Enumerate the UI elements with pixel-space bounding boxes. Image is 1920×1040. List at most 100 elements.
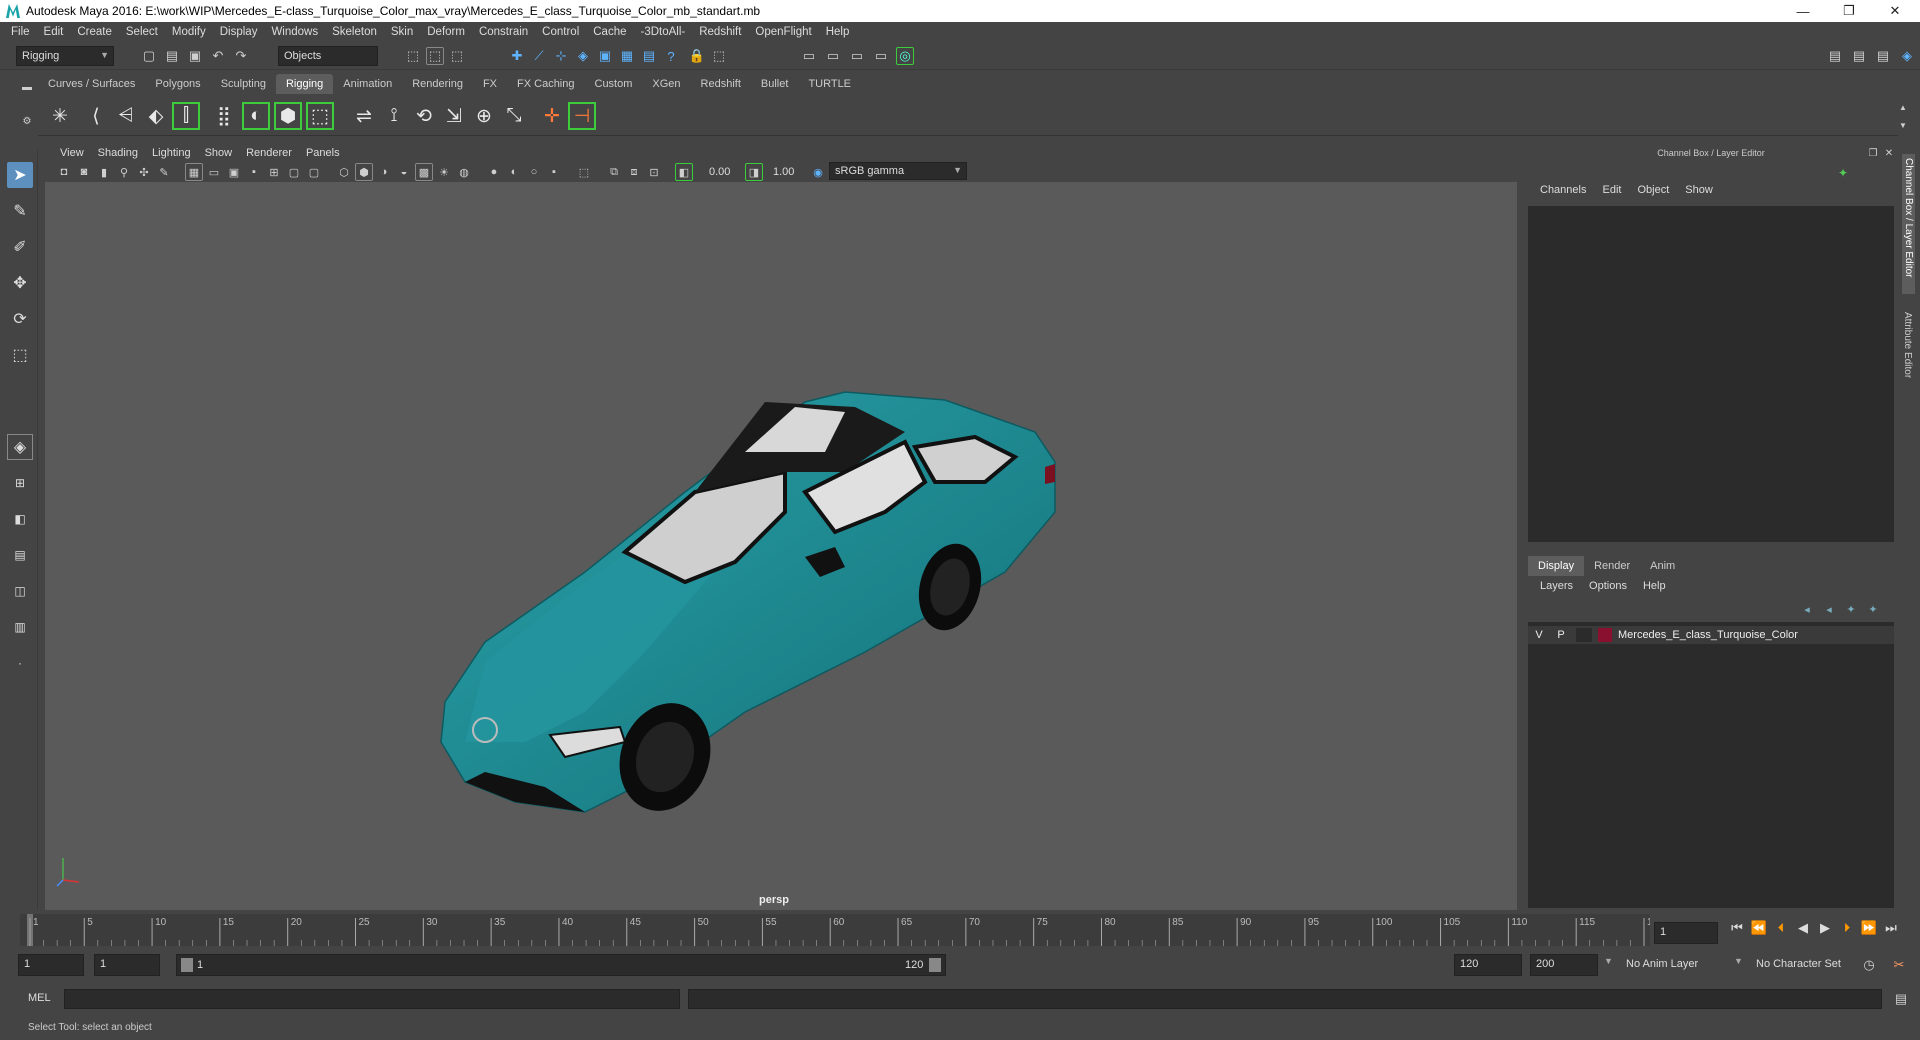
snap-edge-icon[interactable]: ▤ [640, 47, 658, 65]
ambient-occlusion-icon[interactable]: ● [485, 163, 503, 181]
layer-row[interactable]: V P Mercedes_E_class_Turquoise_Color [1528, 626, 1894, 644]
undo-icon[interactable]: ↶ [209, 47, 227, 65]
range-start-handle[interactable] [181, 958, 193, 972]
layer-tab-display[interactable]: Display [1528, 556, 1585, 576]
construction-history-icon[interactable]: ⬚ [710, 47, 728, 65]
restore-button[interactable]: ❐ [1826, 0, 1872, 22]
shelf-tab-fx[interactable]: FX [473, 74, 507, 94]
select-hierarchy-icon[interactable]: ⬚ [404, 47, 422, 65]
color-management-icon[interactable]: ◉ [809, 163, 827, 181]
use-all-lights-icon[interactable]: ▩ [415, 163, 433, 181]
cb-menu-channels[interactable]: Channels [1532, 184, 1594, 196]
selection-mode-dropdown[interactable]: Objects [278, 46, 378, 66]
component-icon[interactable]: ⊡ [645, 163, 663, 181]
channel-box-toggle-icon[interactable]: ◈ [1898, 47, 1916, 65]
animation-end-field[interactable]: 200 [1530, 954, 1598, 976]
cb-menu-show[interactable]: Show [1677, 184, 1721, 196]
pole-vector-icon[interactable]: ⤡ [500, 102, 528, 130]
layer-color-swatch[interactable] [1598, 628, 1612, 642]
play-backward-icon[interactable]: ◀ [1792, 920, 1814, 936]
menu-cache[interactable]: Cache [586, 26, 633, 38]
channel-list[interactable] [1528, 206, 1894, 542]
two-view-icon[interactable]: ◧ [7, 506, 33, 532]
script-editor-icon[interactable]: ▤ [1892, 990, 1910, 1008]
2d-pan-icon[interactable]: ✣ [135, 163, 153, 181]
locator-icon[interactable]: ✛ [538, 102, 566, 130]
layer-tab-anim[interactable]: Anim [1640, 556, 1685, 576]
move-layer-up-icon[interactable]: ◂ [1798, 600, 1816, 618]
menu-skeleton[interactable]: Skeleton [325, 26, 384, 38]
shelf-tab-xgen[interactable]: XGen [642, 74, 690, 94]
vp-menu-show[interactable]: Show [198, 147, 240, 159]
chevron-down-icon[interactable]: ▼ [1604, 956, 1613, 966]
move-tool-icon[interactable]: ✥ [7, 270, 33, 296]
redo-icon[interactable]: ↷ [232, 47, 250, 65]
scale-constraint-icon[interactable]: ⇲ [440, 102, 468, 130]
outliner-layout-icon[interactable]: ▥ [7, 614, 33, 640]
select-component-icon[interactable]: ⬚ [448, 47, 466, 65]
menu-openflight[interactable]: OpenFlight [748, 26, 818, 38]
orient-joint-icon[interactable]: ⫿ [172, 102, 200, 130]
menu-3dtoall[interactable]: -3DtoAll- [634, 26, 693, 38]
safe-title-icon[interactable]: ▢ [305, 163, 323, 181]
snap-curve-icon[interactable]: ⟋ [530, 47, 548, 65]
step-forward-key-icon[interactable]: ⏩ [1858, 920, 1880, 936]
menu-help[interactable]: Help [819, 26, 857, 38]
open-scene-icon[interactable]: ▤ [163, 47, 181, 65]
select-tool-icon[interactable]: ➤ [7, 162, 33, 188]
manipulator-icon[interactable]: ✦ [1834, 164, 1852, 182]
close-button[interactable]: ✕ [1872, 0, 1918, 22]
xray-components-icon[interactable]: ⧈ [625, 163, 643, 181]
mirror-joint-icon[interactable]: ⬖ [142, 102, 170, 130]
smooth-shade-icon[interactable]: ⬢ [355, 163, 373, 181]
menu-skin[interactable]: Skin [384, 26, 420, 38]
chevron-down-icon[interactable]: ▼ [1734, 956, 1743, 966]
script-language-label[interactable]: MEL [28, 992, 51, 1004]
menu-edit[interactable]: Edit [37, 26, 71, 38]
range-end-handle[interactable] [929, 958, 941, 972]
image-plane-icon[interactable]: ⚲ [115, 163, 133, 181]
toggle-outliner-icon[interactable]: ▤ [1874, 47, 1892, 65]
layer-menu-options[interactable]: Options [1581, 580, 1635, 592]
anti-aliasing-icon[interactable]: ○ [525, 163, 543, 181]
layer-playback-toggle[interactable]: P [1550, 629, 1572, 641]
side-tab-channel-box[interactable]: Channel Box / Layer Editor [1902, 154, 1915, 294]
menu-redshift[interactable]: Redshift [692, 26, 748, 38]
hypershade-icon[interactable]: ▭ [872, 47, 890, 65]
orient-constraint-icon[interactable]: ⟲ [410, 102, 438, 130]
grease-pencil-icon[interactable]: ✎ [155, 163, 173, 181]
playback-end-field[interactable]: 120 [1454, 954, 1522, 976]
minimize-button[interactable]: — [1780, 0, 1826, 22]
new-empty-layer-icon[interactable]: ✦ [1842, 600, 1860, 618]
shelf-scroll-down-icon[interactable]: ▼ [1894, 116, 1912, 134]
goto-start-icon[interactable]: ⏮ [1726, 920, 1748, 936]
anim-layer-dropdown[interactable]: No Anim Layer [1620, 954, 1738, 976]
playback-start-field[interactable]: 1 [94, 954, 160, 976]
shelf-tab-sculpting[interactable]: Sculpting [211, 74, 276, 94]
layer-menu-layers[interactable]: Layers [1532, 580, 1581, 592]
gamma-icon[interactable]: ◨ [745, 163, 763, 181]
select-object-icon[interactable]: ⬚ [426, 47, 444, 65]
menu-windows[interactable]: Windows [264, 26, 325, 38]
safe-action-icon[interactable]: ▢ [285, 163, 303, 181]
scale-tool-icon[interactable]: ⬚ [7, 342, 33, 368]
vp-menu-view[interactable]: View [53, 147, 91, 159]
menu-file[interactable]: File [4, 26, 37, 38]
layer-type-toggle[interactable] [1576, 628, 1592, 642]
grid-icon[interactable]: ▦ [185, 163, 203, 181]
paint-select-icon[interactable]: ✐ [7, 234, 33, 260]
current-time-marker[interactable] [27, 914, 33, 946]
layer-tab-render[interactable]: Render [1584, 556, 1640, 576]
bookmark-icon[interactable]: ▮ [95, 163, 113, 181]
vp-menu-panels[interactable]: Panels [299, 147, 347, 159]
lattice-icon[interactable]: ⬢ [274, 102, 302, 130]
resolution-gate-icon[interactable]: ▣ [225, 163, 243, 181]
play-forward-icon[interactable]: ▶ [1814, 920, 1836, 936]
xray-icon[interactable]: ⬚ [575, 163, 593, 181]
shelf-tab-turtle[interactable]: TURTLE [798, 74, 861, 94]
layer-visibility-toggle[interactable]: V [1528, 629, 1550, 641]
layer-menu-help[interactable]: Help [1635, 580, 1674, 592]
toggle-panels-icon[interactable]: ▤ [1850, 47, 1868, 65]
vp-menu-renderer[interactable]: Renderer [239, 147, 299, 159]
current-frame-field[interactable]: 1 [1654, 922, 1718, 944]
